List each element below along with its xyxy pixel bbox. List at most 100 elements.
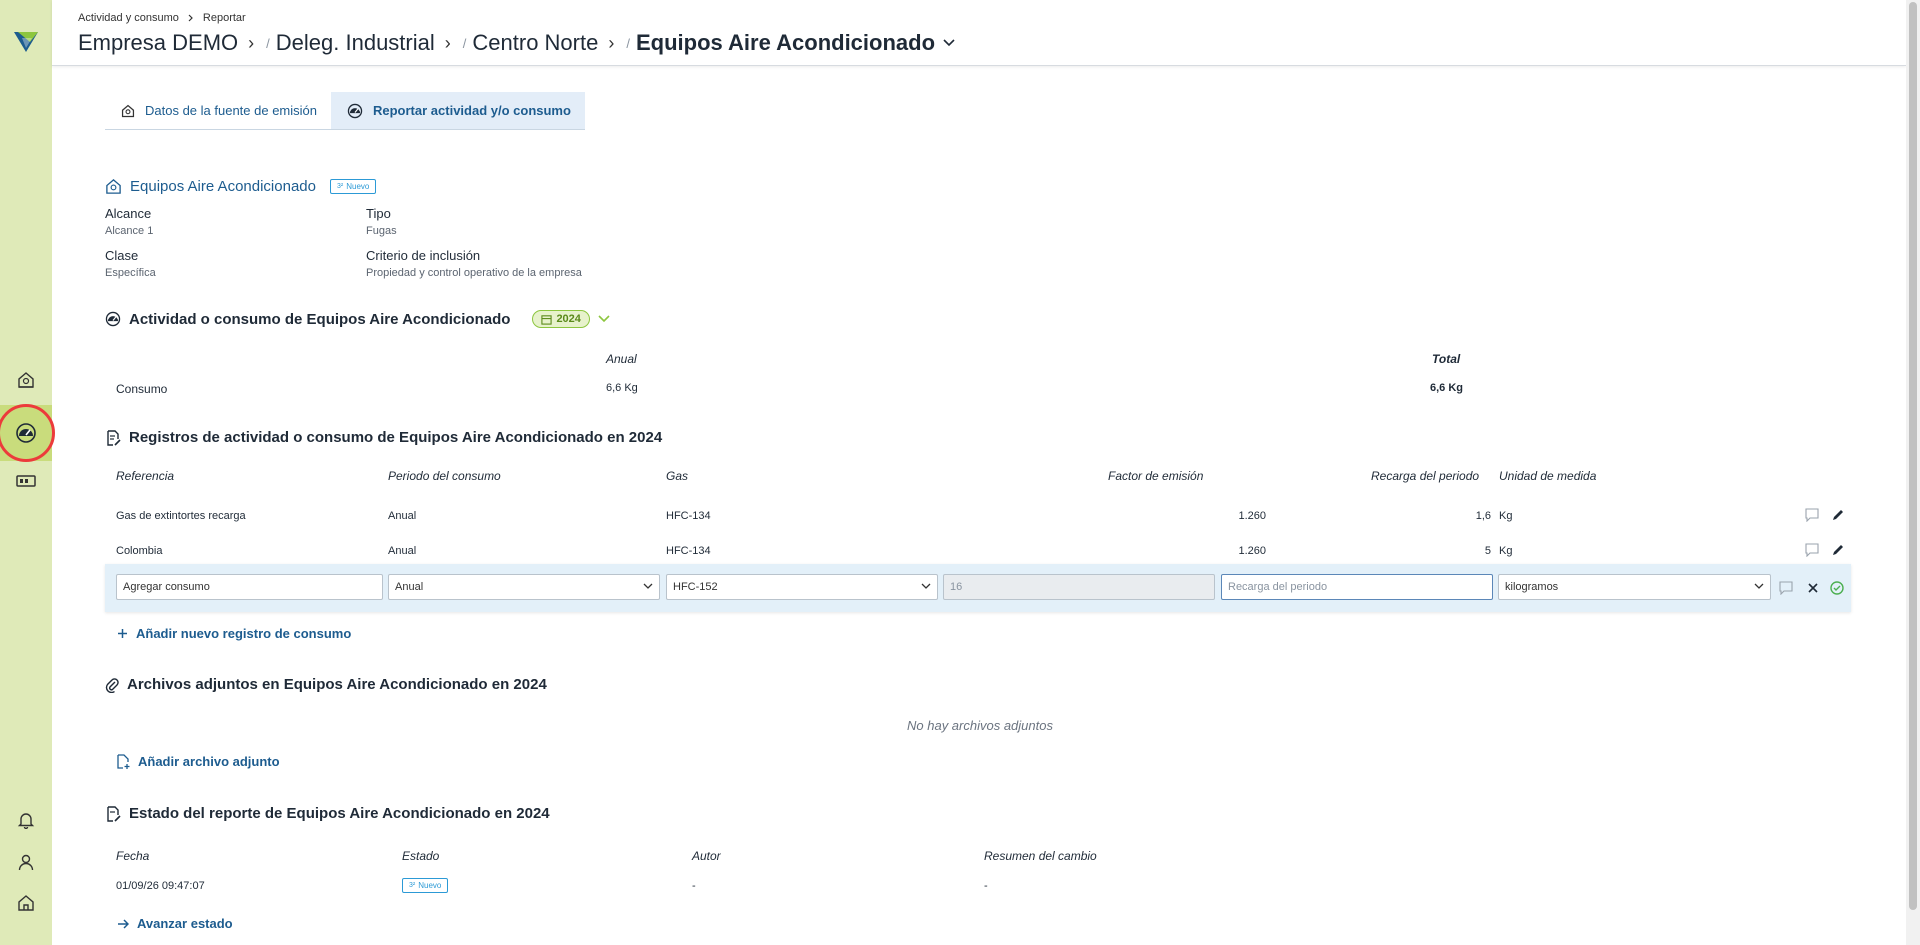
row-unit: Kg: [1499, 510, 1513, 522]
col-gas-header: Gas: [666, 469, 689, 483]
info-class-value: Específica: [105, 267, 156, 279]
breadcrumb-current: Reportar: [202, 12, 246, 24]
slash-separator: /: [626, 35, 630, 51]
gauge-icon: [105, 311, 121, 327]
emission-source-icon[interactable]: [12, 366, 40, 394]
pencil-icon[interactable]: [1831, 543, 1845, 557]
status-title: Estado del reporte de Equipos Aire Acond…: [129, 805, 550, 822]
info-type-value: Fugas: [366, 225, 397, 237]
breadcrumb: Actividad y consumo Reportar: [78, 12, 246, 24]
row-reference: Colombia: [116, 545, 163, 557]
col-unit-header: Unidad de medida: [1499, 469, 1597, 483]
period-select[interactable]: Anual: [388, 574, 660, 600]
page-header: Actividad y consumo Reportar Empresa DEM…: [52, 0, 1906, 66]
status-section-title: Estado del reporte de Equipos Aire Acond…: [105, 805, 550, 822]
info-criteria: Criterio de inclusión Propiedad y contro…: [366, 248, 582, 279]
path-delegation[interactable]: / Deleg. Industrial ›: [266, 30, 463, 56]
consumption-label: Consumo: [116, 382, 168, 396]
add-attachment-label: Añadir archivo adjunto: [138, 754, 280, 769]
status-steps-icon: 3²: [409, 882, 416, 889]
status-badge-label: Nuevo: [346, 182, 370, 191]
info-type: Tipo Fugas: [366, 206, 397, 237]
chevron-down-icon[interactable]: [598, 315, 610, 323]
chevron-right-icon: ›: [444, 32, 451, 53]
app-logo[interactable]: [12, 28, 40, 54]
document-edit-icon: [105, 805, 121, 822]
info-class-label: Clase: [105, 248, 139, 263]
advance-state-button[interactable]: Avanzar estado: [117, 916, 233, 931]
comment-icon[interactable]: [1779, 581, 1793, 595]
col-state-header: Estado: [402, 849, 440, 863]
user-icon[interactable]: [12, 848, 40, 876]
unit-select[interactable]: kilogramos: [1498, 574, 1771, 600]
status-badge: 3² Nuevo: [402, 878, 449, 893]
year-selector[interactable]: 2024: [532, 310, 590, 328]
check-circle-icon[interactable]: [1830, 581, 1844, 595]
calendar-icon: [541, 314, 553, 325]
comment-icon[interactable]: [1805, 543, 1819, 557]
chevron-down-icon: [643, 583, 653, 590]
comment-icon[interactable]: [1805, 508, 1819, 522]
plus-icon: [117, 628, 128, 639]
activity-section-title: Actividad o consumo de Equipos Aire Acon…: [105, 310, 610, 328]
vertical-scrollbar[interactable]: [1906, 0, 1920, 945]
add-record-label: Añadir nuevo registro de consumo: [136, 626, 352, 641]
reference-input[interactable]: Agregar consumo: [116, 574, 383, 600]
add-record-button[interactable]: Añadir nuevo registro de consumo: [117, 626, 351, 641]
col-period-header: Periodo del consumo: [388, 469, 501, 483]
chevron-down-icon: [1754, 583, 1764, 590]
row-recharge: 1,6: [1475, 510, 1491, 522]
info-type-label: Tipo: [366, 206, 391, 221]
status-badge: 3² Nuevo: [329, 179, 377, 194]
close-icon[interactable]: [1806, 581, 1820, 595]
ticket-icon[interactable]: [12, 467, 40, 495]
table-row: Gas de extintortes recarga Anual HFC-134…: [105, 500, 1855, 534]
info-class: Clase Específica: [105, 248, 156, 279]
file-add-icon: [117, 754, 130, 769]
row-factor: 1.260: [1238, 510, 1266, 522]
advance-state-label: Avanzar estado: [137, 916, 233, 931]
path-delegation-label: Deleg. Industrial: [275, 30, 435, 55]
row-recharge: 5: [1484, 545, 1491, 557]
path-current-label: Equipos Aire Acondicionado: [635, 30, 936, 55]
status-badge-label: Nuevo: [418, 881, 442, 890]
add-attachment-button[interactable]: Añadir archivo adjunto: [117, 754, 280, 769]
records-title: Registros de actividad o consumo de Equi…: [129, 429, 663, 446]
scrollbar-thumb[interactable]: [1909, 2, 1917, 910]
tab-report-activity[interactable]: Reportar actividad y/o consumo: [331, 92, 585, 129]
tab-source-data-label: Datos de la fuente de emisión: [145, 103, 317, 118]
emission-source-icon: [121, 104, 135, 118]
sidebar: [0, 0, 55, 945]
col-factor-header: Factor de emisión: [1108, 469, 1204, 483]
chevron-down-icon: [943, 39, 955, 47]
unit-select-value: kilogramos: [1505, 581, 1559, 593]
chevron-right-icon: [187, 14, 195, 22]
gas-select[interactable]: HFC-152: [666, 574, 938, 600]
col-summary-header: Resumen del cambio: [984, 849, 1097, 863]
row-gas: HFC-134: [666, 510, 711, 522]
status-author: -: [692, 880, 696, 892]
path-center[interactable]: / Centro Norte ›: [463, 30, 627, 56]
col-author-header: Autor: [692, 849, 721, 863]
row-period: Anual: [388, 510, 417, 522]
recharge-input[interactable]: Recarga del periodo: [1221, 574, 1493, 600]
tab-source-data[interactable]: Datos de la fuente de emisión: [105, 92, 331, 129]
col-total-header: Total: [1432, 352, 1461, 366]
breadcrumb-root[interactable]: Actividad y consumo: [78, 12, 179, 24]
status-summary: -: [984, 880, 988, 892]
arrow-right-icon: [117, 918, 129, 929]
home-icon[interactable]: [12, 889, 40, 917]
emission-factor-input: 16: [943, 574, 1215, 600]
pencil-icon[interactable]: [1831, 508, 1845, 522]
document-edit-icon: [105, 429, 121, 446]
path-current-selector[interactable]: / Equipos Aire Acondicionado: [626, 30, 955, 56]
row-period: Anual: [388, 545, 417, 557]
entity-path: Empresa DEMO › / Deleg. Industrial › / Centr…: [78, 30, 955, 56]
info-scope-label: Alcance: [105, 206, 152, 221]
row-gas: HFC-134: [666, 545, 711, 557]
year-label: 2024: [556, 313, 581, 325]
path-company[interactable]: Empresa DEMO ›: [78, 30, 266, 56]
period-select-value: Anual: [395, 581, 424, 593]
new-record-row: Agregar consumo Anual HFC-152 16 Recarga…: [105, 564, 1851, 612]
bell-icon[interactable]: [12, 806, 40, 834]
